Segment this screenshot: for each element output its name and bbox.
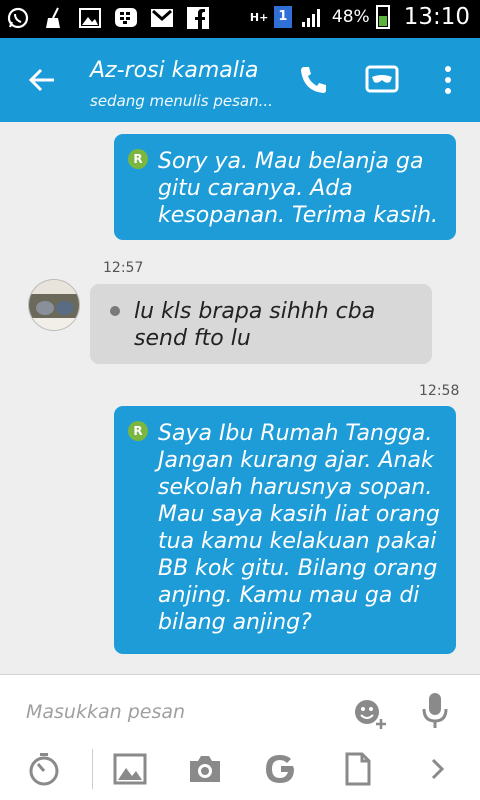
emoji-add-icon[interactable] xyxy=(352,695,388,731)
read-receipt-badge: R xyxy=(128,149,148,169)
chat-header: Az-rosi kamalia sedang menulis pesan... xyxy=(0,38,480,122)
outgoing-message[interactable]: R Saya Ibu Rumah Tangga. Jangan kurang a… xyxy=(114,406,456,654)
image-icon xyxy=(79,8,101,28)
file-icon[interactable] xyxy=(340,751,376,787)
network-type: H+ xyxy=(249,10,269,24)
incoming-message[interactable]: lu kls brapa sihhh cba send fto lu xyxy=(90,284,432,364)
message-text: Saya Ibu Rumah Tangga. Jangan kurang aja… xyxy=(158,421,440,635)
battery-icon xyxy=(375,5,390,29)
message-list[interactable]: R Sory ya. Mau belanja ga gitu caranya. … xyxy=(0,122,480,674)
battery-percent: 48% xyxy=(331,7,370,27)
sim-indicator: 1 xyxy=(273,6,292,28)
toolbar-divider xyxy=(92,749,93,789)
typing-status: sedang menulis pesan... xyxy=(90,92,273,110)
signal-icon xyxy=(301,9,320,27)
gmail-icon xyxy=(151,9,173,27)
overflow-menu-icon[interactable] xyxy=(430,62,466,98)
unread-dot-icon xyxy=(110,306,120,316)
microphone-icon[interactable] xyxy=(420,691,450,731)
google-icon[interactable] xyxy=(263,751,299,787)
camera-icon[interactable] xyxy=(187,751,223,787)
timer-icon[interactable] xyxy=(26,751,62,787)
private-chat-icon[interactable] xyxy=(364,62,400,98)
message-input[interactable] xyxy=(26,697,326,727)
read-receipt-badge: R xyxy=(128,421,148,441)
message-time: 12:58 xyxy=(419,383,460,399)
composer xyxy=(0,674,480,800)
phone-icon[interactable] xyxy=(296,62,332,98)
message-time: 12:57 xyxy=(103,260,144,276)
broom-icon xyxy=(46,7,60,28)
notification-icons xyxy=(6,6,210,30)
clock: 13:10 xyxy=(403,4,470,30)
contact-name[interactable]: Az-rosi kamalia xyxy=(90,58,258,83)
back-arrow-icon[interactable] xyxy=(26,64,58,96)
status-bar: H+ 1 48% 13:10 xyxy=(0,0,480,38)
system-indicators: H+ 1 48% 13:10 xyxy=(250,4,470,30)
facebook-icon xyxy=(187,7,209,29)
outgoing-message[interactable]: R Sory ya. Mau belanja ga gitu caranya. … xyxy=(114,134,456,240)
message-text: lu kls brapa sihhh cba send fto lu xyxy=(134,299,376,351)
picture-icon[interactable] xyxy=(112,751,148,787)
chevron-right-icon[interactable] xyxy=(420,751,456,787)
avatar[interactable] xyxy=(28,279,80,331)
message-text: Sory ya. Mau belanja ga gitu caranya. Ad… xyxy=(158,149,439,228)
attachment-toolbar xyxy=(0,747,480,799)
avatar-image xyxy=(29,280,79,330)
whatsapp-icon xyxy=(7,7,29,29)
bbm-icon xyxy=(115,8,137,27)
